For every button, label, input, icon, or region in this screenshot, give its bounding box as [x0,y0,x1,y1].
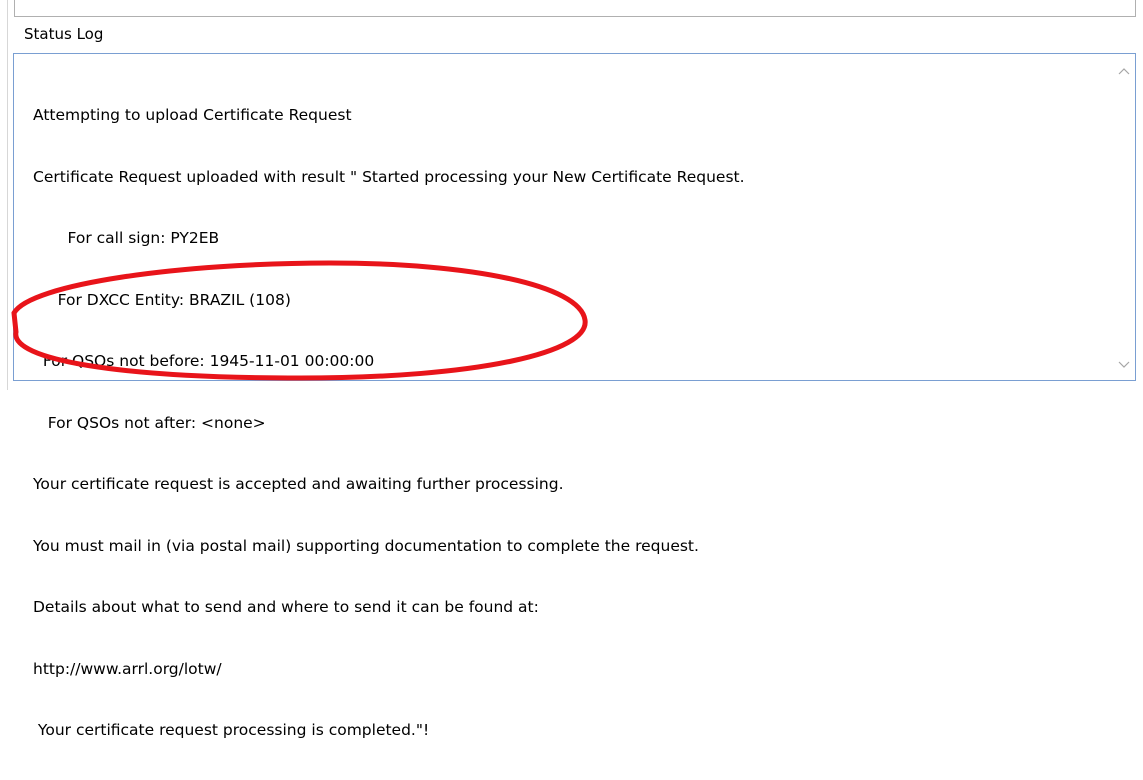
vertical-scrollbar[interactable] [1112,54,1135,380]
chevron-up-icon[interactable] [1115,64,1132,78]
chevron-down-icon[interactable] [1115,358,1132,372]
log-line: You must mail in (via postal mail) suppo… [33,536,699,555]
log-line: For call sign: PY2EB [33,229,220,247]
status-log-textbox[interactable]: Attempting to upload Certificate Request… [13,53,1136,739]
log-line: For QSOs not before: 1945-11-01 00:00:00 [33,352,375,370]
log-line: http://www.arrl.org/lotw/ [33,659,222,678]
left-divider [7,0,8,390]
top-strip [0,0,1143,20]
log-line: Your certificate request processing is c… [33,721,430,739]
status-log-content: Attempting to upload Certificate Request… [33,64,1093,780]
upper-panel-edge [14,0,1136,17]
log-line: Your certificate request is accepted and… [33,475,564,493]
status-log-label: Status Log [24,25,104,43]
log-line: For DXCC Entity: BRAZIL (108) [33,290,291,309]
log-line: Attempting to upload Certificate Request [33,106,352,124]
log-line: Details about what to send and where to … [33,598,539,616]
log-line: For QSOs not after: <none> [33,413,266,432]
log-line: Certificate Request uploaded with result… [33,167,745,186]
